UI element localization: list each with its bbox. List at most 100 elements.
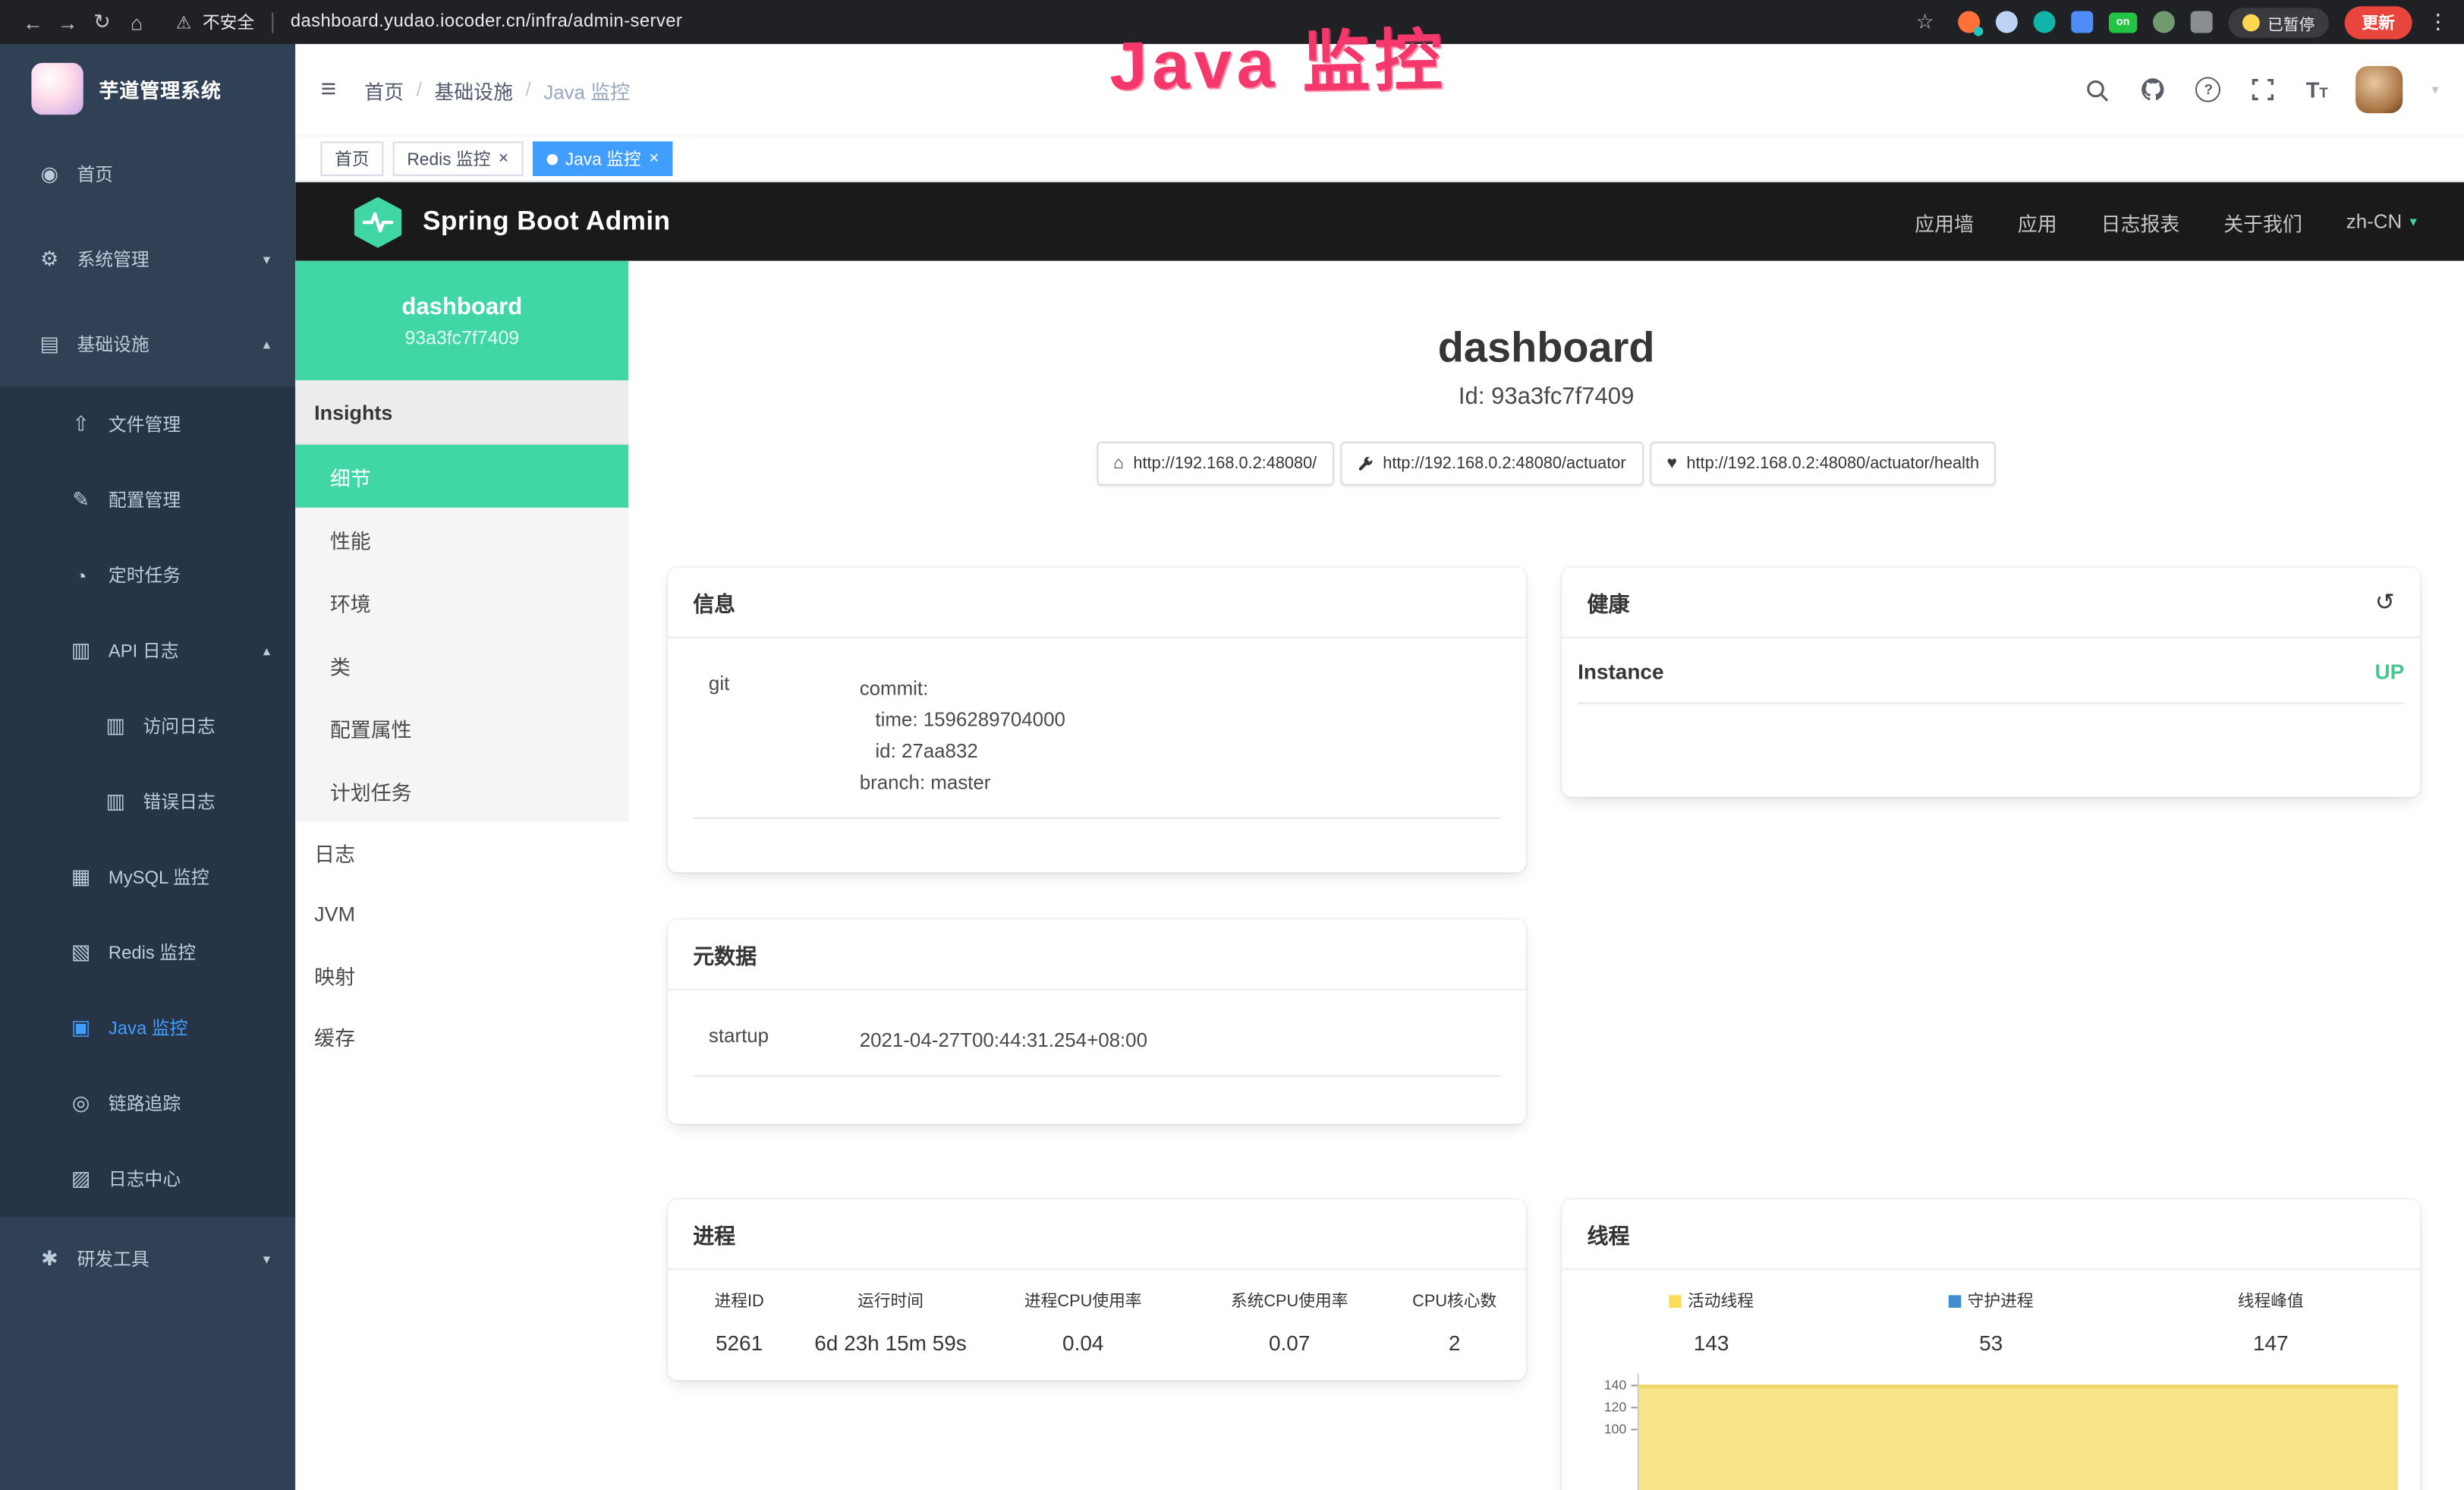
chart-y-axis: 140 120 100 bbox=[1584, 1374, 1637, 1490]
sba-item-logs[interactable]: 日志 bbox=[295, 822, 628, 884]
avatar-caret-icon[interactable] bbox=[2431, 81, 2438, 99]
sidebar-item-tracing[interactable]: 链路追踪 bbox=[0, 1066, 295, 1141]
paused-badge[interactable]: 已暂停 bbox=[2228, 7, 2329, 36]
status-badge: UP bbox=[2374, 660, 2404, 684]
user-avatar[interactable] bbox=[2356, 66, 2403, 113]
breadcrumb-separator bbox=[526, 79, 531, 101]
sidebar-item-config[interactable]: 配置管理 bbox=[0, 462, 295, 537]
sidebar-item-jobs[interactable]: 定时任务 bbox=[0, 537, 295, 613]
sidebar-item-mysql[interactable]: MySQL 监控 bbox=[0, 840, 295, 915]
sba-item-mappings[interactable]: 映射 bbox=[295, 945, 628, 1006]
sidebar-item-error-log[interactable]: 错误日志 bbox=[0, 764, 295, 839]
log-center-icon bbox=[69, 1167, 93, 1192]
sba-item-caches[interactable]: 缓存 bbox=[295, 1006, 628, 1067]
sidebar-item-files[interactable]: 文件管理 bbox=[0, 386, 295, 461]
sba-item-performance[interactable]: 性能 bbox=[295, 508, 628, 571]
extension-on-badge[interactable]: on bbox=[2109, 12, 2137, 33]
health-row[interactable]: Instance UP bbox=[1578, 660, 2404, 704]
breadcrumb-infra[interactable]: 基础设施 bbox=[434, 74, 513, 104]
java-monitor-icon bbox=[69, 1016, 93, 1041]
sidebar-item-java-monitor[interactable]: Java 监控 bbox=[0, 991, 295, 1066]
health-instance-label: Instance bbox=[1578, 660, 1663, 684]
extension-leaf-icon[interactable] bbox=[2153, 11, 2175, 33]
fullscreen-icon[interactable] bbox=[2249, 75, 2277, 103]
sba-locale-select[interactable]: zh-CN bbox=[2346, 210, 2417, 232]
threads-card: 线程 活动线程 143 bbox=[1562, 1199, 2420, 1490]
sba-nav-journal[interactable]: 日志报表 bbox=[2101, 206, 2180, 236]
extension-drop-icon[interactable] bbox=[1996, 11, 2018, 33]
instance-block[interactable]: dashboard 93a3fc7f7409 bbox=[295, 261, 628, 380]
tracing-icon bbox=[69, 1091, 93, 1116]
url-divider bbox=[272, 12, 273, 33]
live-threads-area bbox=[1639, 1384, 2398, 1490]
tab-java-monitor[interactable]: Java 监控 bbox=[532, 141, 673, 176]
chevron-up-icon bbox=[263, 642, 270, 660]
sidebar-item-access-log[interactable]: 访问日志 bbox=[0, 688, 295, 764]
sba-header: Spring Boot Admin 应用墙 应用 日志报表 关于我们 zh-CN bbox=[295, 182, 2464, 261]
help-icon[interactable]: ? bbox=[2196, 77, 2221, 102]
sba-item-details[interactable]: 细节 bbox=[295, 445, 628, 508]
log-icon bbox=[69, 638, 93, 663]
sba-item-config-props[interactable]: 配置属性 bbox=[295, 696, 628, 759]
sidebar-item-devtools[interactable]: 研发工具 bbox=[0, 1217, 295, 1302]
sba-item-scheduled-tasks[interactable]: 计划任务 bbox=[295, 759, 628, 822]
screen: 不安全 dashboard.yudao.iocoder.cn/infra/adm… bbox=[0, 0, 2464, 1490]
column-spacer bbox=[1562, 797, 2420, 1199]
sba-nav-applications[interactable]: 应用 bbox=[2018, 206, 2057, 236]
security-label[interactable]: 不安全 bbox=[203, 9, 254, 34]
url-text[interactable]: dashboard.yudao.iocoder.cn/infra/admin-s… bbox=[291, 13, 682, 32]
sidebar-item-system[interactable]: 系统管理 bbox=[0, 217, 295, 302]
sba-item-environment[interactable]: 环境 bbox=[295, 571, 628, 634]
sba-item-jvm[interactable]: JVM bbox=[295, 884, 628, 945]
tab-redis-monitor[interactable]: Redis 监控 bbox=[393, 141, 523, 176]
sba-nav-about[interactable]: 关于我们 bbox=[2223, 206, 2302, 236]
extension-teal-icon[interactable] bbox=[2034, 11, 2056, 33]
metadata-card: 元数据 startup 2021-04-27T00:44:31.254+08:0… bbox=[668, 919, 1526, 1123]
active-dot bbox=[546, 153, 557, 164]
home-icon[interactable] bbox=[119, 10, 154, 33]
extension-grid-icon[interactable] bbox=[2071, 11, 2093, 33]
search-icon[interactable] bbox=[2083, 75, 2111, 103]
back-icon[interactable] bbox=[16, 10, 51, 33]
service-url-button[interactable]: http://192.168.0.2:48080/ bbox=[1096, 442, 1334, 486]
address-bar[interactable]: 不安全 dashboard.yudao.iocoder.cn/infra/adm… bbox=[176, 9, 682, 34]
sidebar-item-log-center[interactable]: 日志中心 bbox=[0, 1141, 295, 1216]
sba-main: dashboard Id: 93a3fc7f7409 http://192.16… bbox=[628, 261, 2464, 1490]
sidebar-item-api-log[interactable]: API 日志 bbox=[0, 613, 295, 688]
github-icon[interactable] bbox=[2139, 75, 2167, 103]
breadcrumb-home[interactable]: 首页 bbox=[364, 74, 404, 104]
update-button[interactable]: 更新 bbox=[2345, 5, 2412, 38]
sba-item-classes[interactable]: 类 bbox=[295, 634, 628, 697]
extension-fox-icon[interactable] bbox=[1958, 11, 1980, 33]
page-subtitle: Id: 93a3fc7f7409 bbox=[628, 383, 2464, 410]
sidebar-item-infra[interactable]: 基础设施 bbox=[0, 302, 295, 387]
metric-value: 0.04 bbox=[980, 1331, 1186, 1355]
tab-home[interactable]: 首页 bbox=[320, 141, 383, 176]
close-icon[interactable] bbox=[499, 150, 508, 168]
sba-nav-wall[interactable]: 应用墙 bbox=[1915, 206, 1974, 236]
history-icon[interactable] bbox=[2375, 587, 2395, 616]
clock-icon bbox=[69, 563, 93, 587]
menu-label: 错误日志 bbox=[143, 789, 215, 814]
health-url-button[interactable]: http://192.168.0.2:48080/actuator/health bbox=[1650, 442, 1997, 486]
legend-live-threads: 活动线程 143 bbox=[1572, 1289, 1852, 1355]
card-title: 健康 bbox=[1587, 586, 1629, 617]
close-icon[interactable] bbox=[649, 150, 659, 168]
bookmark-star-icon[interactable] bbox=[1908, 9, 1943, 34]
legend-blue-swatch bbox=[1949, 1294, 1962, 1307]
menu-label: 研发工具 bbox=[77, 1246, 149, 1271]
actuator-url-button[interactable]: http://192.168.0.2:48080/actuator bbox=[1340, 442, 1643, 486]
browser-menu-icon[interactable] bbox=[2428, 9, 2448, 34]
reload-icon[interactable] bbox=[85, 9, 120, 34]
sba-brand[interactable]: Spring Boot Admin bbox=[423, 206, 670, 237]
paused-label: 已暂停 bbox=[2267, 10, 2315, 33]
menu-label: 配置管理 bbox=[109, 487, 181, 512]
extensions-puzzle-icon[interactable] bbox=[2191, 11, 2213, 33]
spring-boot-admin: Spring Boot Admin 应用墙 应用 日志报表 关于我们 zh-CN bbox=[295, 182, 2464, 1490]
forward-icon[interactable] bbox=[50, 10, 85, 33]
sidebar-item-redis[interactable]: Redis 监控 bbox=[0, 915, 295, 990]
font-size-icon[interactable]: TT bbox=[2306, 77, 2328, 102]
hamburger-icon[interactable] bbox=[320, 74, 336, 105]
sidebar-item-home[interactable]: 首页 bbox=[0, 132, 295, 217]
logo-row[interactable]: 芋道管理系统 bbox=[0, 44, 295, 132]
